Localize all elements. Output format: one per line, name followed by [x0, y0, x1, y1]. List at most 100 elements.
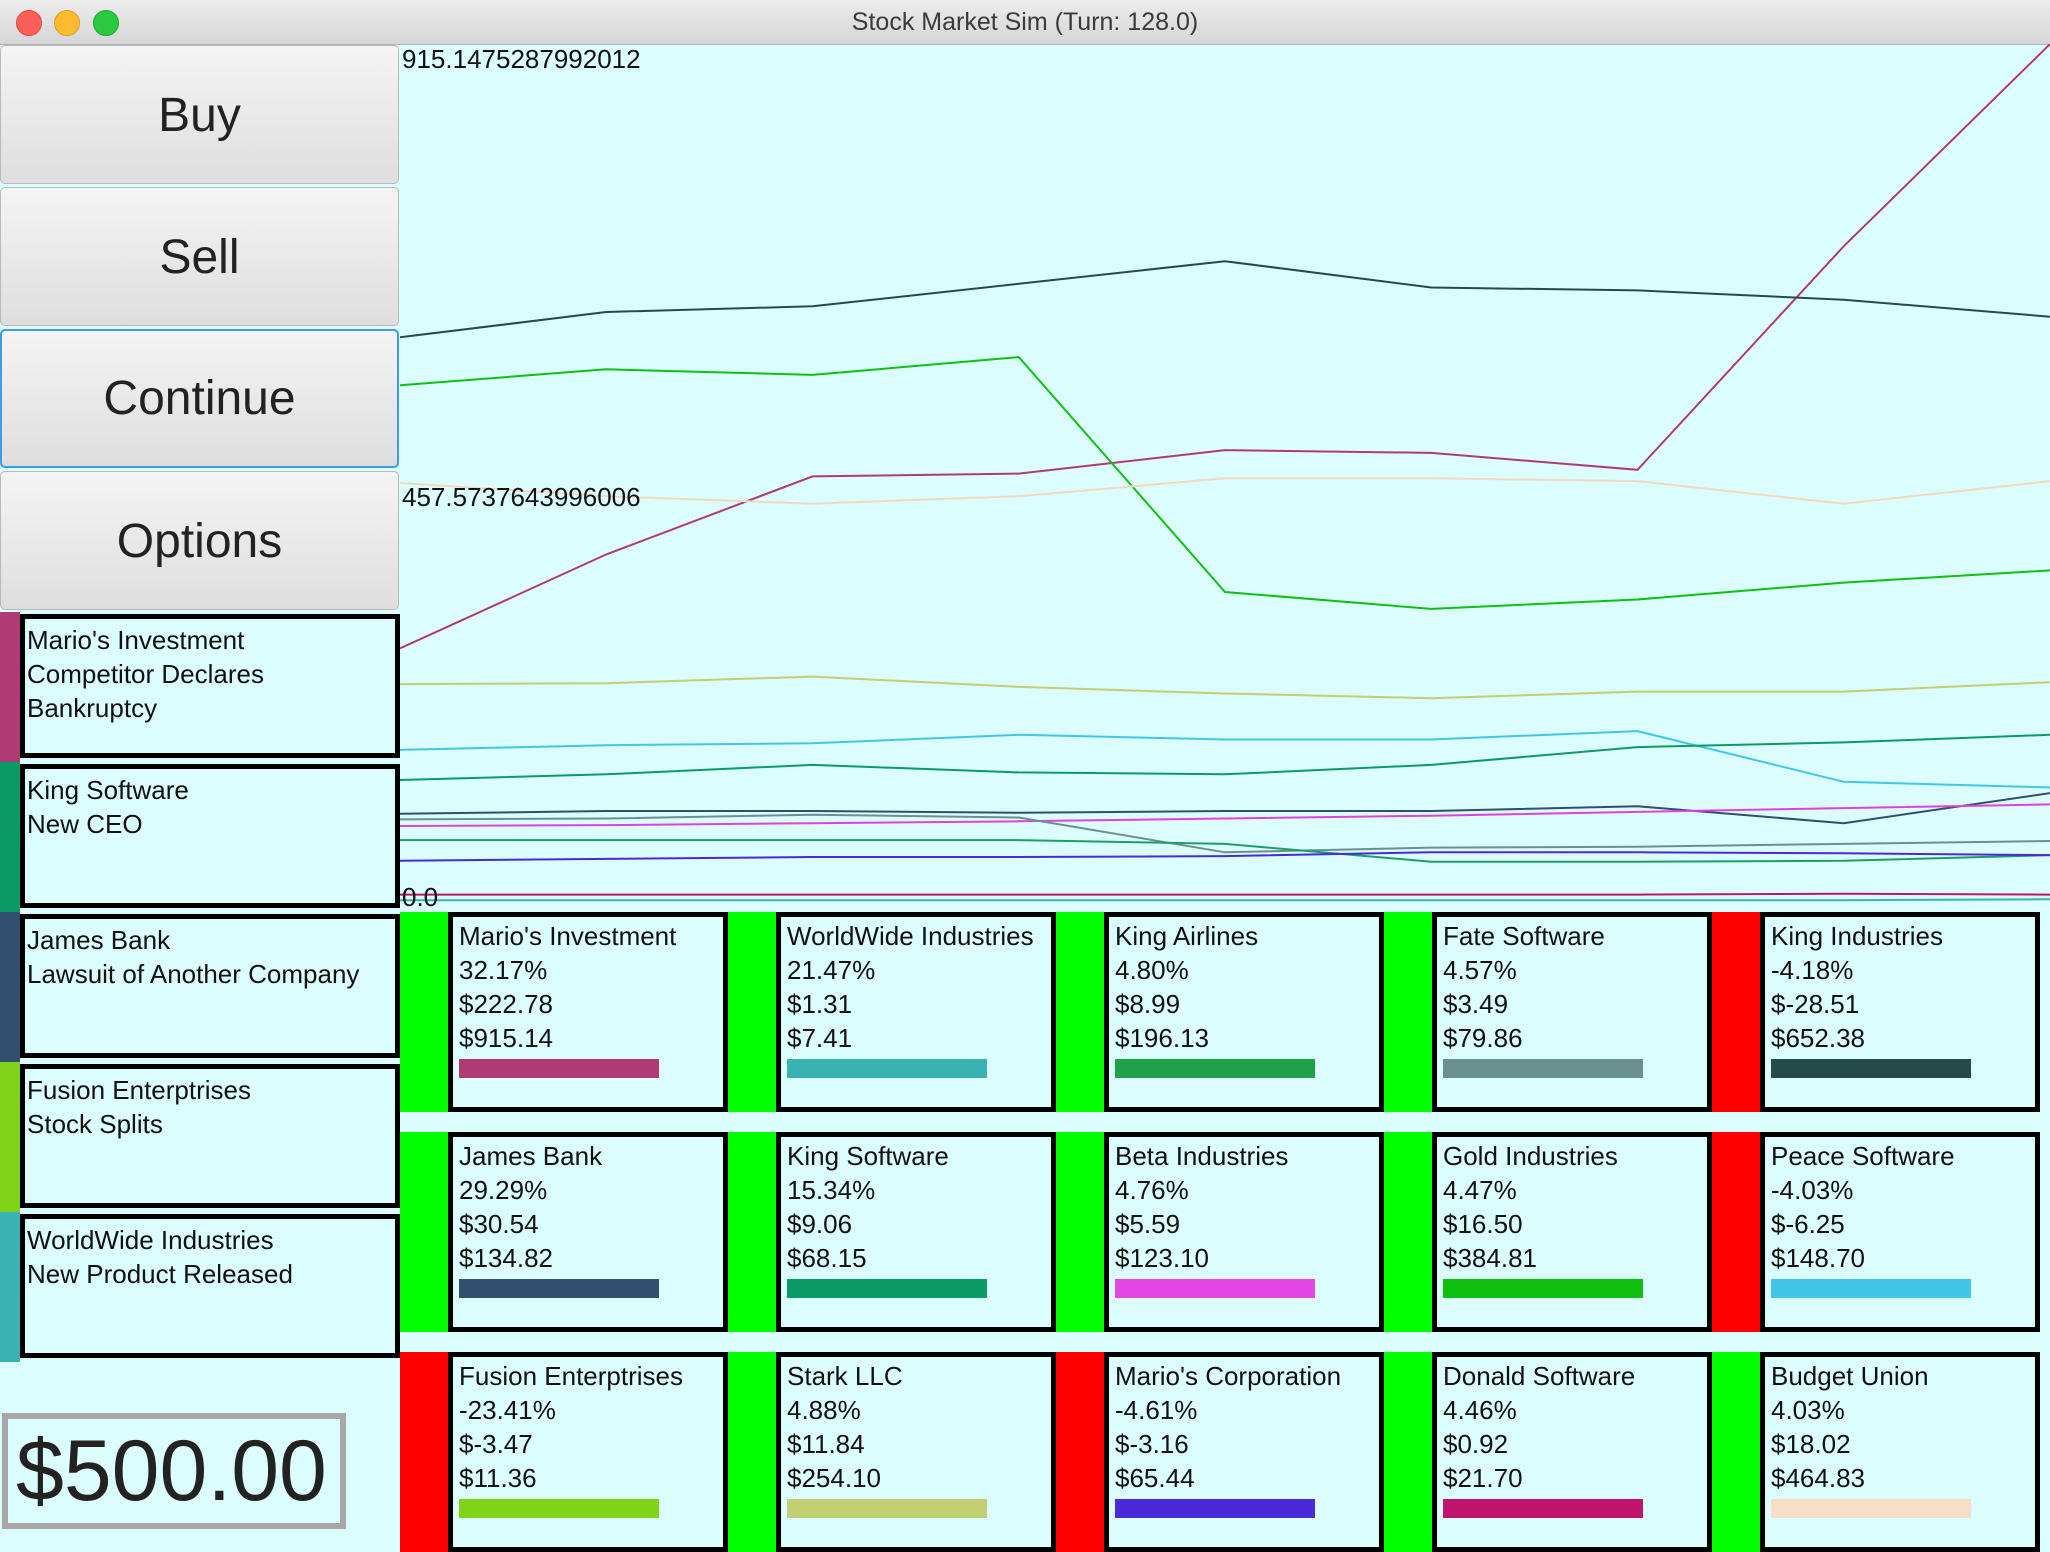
- stock-price: $915.14: [459, 1023, 553, 1053]
- buy-button[interactable]: Buy: [0, 45, 399, 184]
- series-line-13: [400, 898, 2050, 902]
- stock-card[interactable]: Fate Software 4.57% $3.49 $79.86: [1384, 912, 1712, 1112]
- stock-change-amount: $30.54: [459, 1209, 539, 1239]
- stock-price: $384.81: [1443, 1243, 1537, 1273]
- news-item: Mario's Investment Competitor Declares B…: [0, 612, 400, 762]
- news-text: King Software New CEO: [20, 764, 400, 908]
- stock-card[interactable]: King Airlines 4.80% $8.99 $196.13: [1056, 912, 1384, 1112]
- stock-color-swatch: [1443, 1059, 1643, 1078]
- stock-info: Peace Software -4.03% $-6.25 $148.70: [1760, 1132, 2040, 1332]
- trend-indicator: [400, 912, 450, 1112]
- stock-color-swatch: [459, 1499, 659, 1518]
- stock-color-swatch: [1115, 1499, 1315, 1518]
- news-color-bar: [0, 1212, 20, 1362]
- stock-change-amount: $5.59: [1115, 1209, 1181, 1239]
- stock-price: $79.86: [1443, 1023, 1523, 1053]
- stock-color-swatch: [1771, 1059, 1971, 1078]
- series-line-12: [400, 892, 2050, 896]
- stock-change-amount: $16.50: [1443, 1209, 1523, 1239]
- stock-card[interactable]: Mario's Corporation -4.61% $-3.16 $65.44: [1056, 1352, 1384, 1552]
- window-title: Stock Market Sim (Turn: 128.0): [851, 8, 1199, 36]
- y-tick-label-min: 0.0: [402, 882, 439, 912]
- stock-name: Stark LLC: [787, 1361, 903, 1391]
- stock-change-percent: 15.34%: [787, 1175, 876, 1205]
- series-line-1: [400, 260, 2050, 339]
- stock-card[interactable]: Stark LLC 4.88% $11.84 $254.10: [728, 1352, 1056, 1552]
- trend-indicator: [1712, 912, 1762, 1112]
- stock-name: Beta Industries: [1115, 1141, 1289, 1171]
- trend-indicator: [1384, 912, 1434, 1112]
- stock-name: Fusion Enterptrises: [459, 1361, 683, 1391]
- series-line-6: [400, 733, 2050, 781]
- stock-change-amount: $9.06: [787, 1209, 853, 1239]
- stock-color-swatch: [1771, 1499, 1971, 1518]
- trend-indicator: [728, 912, 778, 1112]
- stock-info: Mario's Corporation -4.61% $-3.16 $65.44: [1104, 1352, 1384, 1552]
- stock-change-amount: $1.31: [787, 989, 853, 1019]
- trend-indicator: [1056, 1352, 1106, 1552]
- stock-card[interactable]: King Industries -4.18% $-28.51 $652.38: [1712, 912, 2040, 1112]
- stock-name: WorldWide Industries: [787, 921, 1034, 951]
- stock-change-percent: -4.03%: [1771, 1175, 1854, 1205]
- stock-color-swatch: [459, 1059, 659, 1078]
- stock-card[interactable]: Gold Industries 4.47% $16.50 $384.81: [1384, 1132, 1712, 1332]
- stock-info: Budget Union 4.03% $18.02 $464.83: [1760, 1352, 2040, 1552]
- stock-card[interactable]: Mario's Investment 32.17% $222.78 $915.14: [400, 912, 728, 1112]
- news-text: Fusion Enterptrises Stock Splits: [20, 1064, 400, 1208]
- stock-change-amount: $-3.47: [459, 1429, 533, 1459]
- stock-change-amount: $3.49: [1443, 989, 1509, 1019]
- continue-button[interactable]: Continue: [0, 329, 399, 468]
- news-item: James Bank Lawsuit of Another Company: [0, 912, 400, 1062]
- stock-color-swatch: [1443, 1499, 1643, 1518]
- stock-price: $123.10: [1115, 1243, 1209, 1273]
- news-item: Fusion Enterptrises Stock Splits: [0, 1062, 400, 1212]
- stock-name: James Bank: [459, 1141, 603, 1171]
- stock-card[interactable]: WorldWide Industries 21.47% $1.31 $7.41: [728, 912, 1056, 1112]
- stock-name: Donald Software: [1443, 1361, 1636, 1391]
- stock-color-swatch: [1115, 1279, 1315, 1298]
- stock-change-amount: $-3.16: [1115, 1429, 1189, 1459]
- news-color-bar: [0, 912, 20, 1062]
- stock-change-amount: $0.92: [1443, 1429, 1509, 1459]
- stock-change-percent: 4.80%: [1115, 955, 1189, 985]
- stock-info: Fate Software 4.57% $3.49 $79.86: [1432, 912, 1712, 1112]
- stock-name: Mario's Corporation: [1115, 1361, 1342, 1391]
- trend-indicator: [728, 1132, 778, 1332]
- stock-name: King Airlines: [1115, 921, 1259, 951]
- app-window: Stock Market Sim (Turn: 128.0) Buy Sell …: [0, 0, 2050, 1552]
- stock-change-percent: -4.61%: [1115, 1395, 1198, 1425]
- trend-indicator: [400, 1352, 450, 1552]
- stock-info: Stark LLC 4.88% $11.84 $254.10: [776, 1352, 1056, 1552]
- stock-name: Mario's Investment: [459, 921, 677, 951]
- stock-price: $68.15: [787, 1243, 867, 1273]
- options-button[interactable]: Options: [0, 471, 399, 610]
- stock-color-swatch: [787, 1499, 987, 1518]
- price-chart-svg: [400, 44, 2050, 902]
- stock-name: King Software: [787, 1141, 949, 1171]
- stock-color-swatch: [787, 1059, 987, 1078]
- stock-card[interactable]: Fusion Enterptrises -23.41% $-3.47 $11.36: [400, 1352, 728, 1552]
- stock-change-amount: $-28.51: [1771, 989, 1860, 1019]
- sell-button[interactable]: Sell: [0, 187, 399, 326]
- series-line-8: [400, 803, 2050, 827]
- stock-change-percent: -23.41%: [459, 1395, 556, 1425]
- stock-card[interactable]: King Software 15.34% $9.06 $68.15: [728, 1132, 1056, 1332]
- stock-price: $196.13: [1115, 1023, 1209, 1053]
- stock-card[interactable]: Donald Software 4.46% $0.92 $21.70: [1384, 1352, 1712, 1552]
- stock-color-swatch: [459, 1279, 659, 1298]
- stock-name: Budget Union: [1771, 1361, 1929, 1391]
- stock-card[interactable]: James Bank 29.29% $30.54 $134.82: [400, 1132, 728, 1332]
- stock-card[interactable]: Peace Software -4.03% $-6.25 $148.70: [1712, 1132, 2040, 1332]
- stock-price: $21.70: [1443, 1463, 1523, 1493]
- stock-card[interactable]: Budget Union 4.03% $18.02 $464.83: [1712, 1352, 2040, 1552]
- news-item: WorldWide Industries New Product Release…: [0, 1212, 400, 1362]
- series-line-11: [400, 851, 2050, 862]
- stock-change-amount: $18.02: [1771, 1429, 1851, 1459]
- trend-indicator: [1056, 1132, 1106, 1332]
- stock-change-amount: $11.84: [787, 1429, 865, 1459]
- stock-info: Donald Software 4.46% $0.92 $21.70: [1432, 1352, 1712, 1552]
- series-line-2: [400, 356, 2050, 610]
- stock-card[interactable]: Beta Industries 4.76% $5.59 $123.10: [1056, 1132, 1384, 1332]
- stock-change-amount: $222.78: [459, 989, 553, 1019]
- stock-info: WorldWide Industries 21.47% $1.31 $7.41: [776, 912, 1056, 1112]
